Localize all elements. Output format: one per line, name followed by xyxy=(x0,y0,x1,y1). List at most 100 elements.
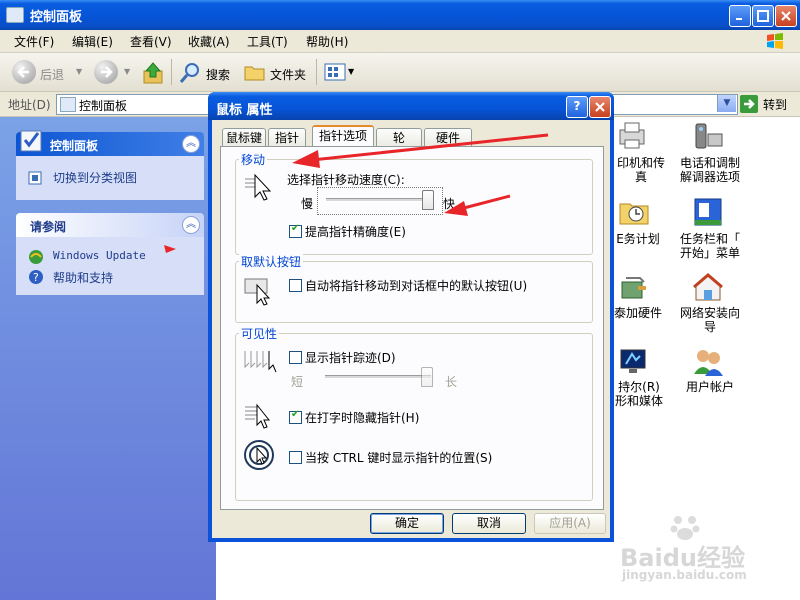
views-dropdown-icon[interactable]: ▼ xyxy=(348,67,354,76)
taskbar-start-label: 任务栏和「 开始」菜单 xyxy=(679,232,740,260)
category-view-icon xyxy=(28,171,42,185)
see-also-section-header[interactable]: 请参阅 ︽ xyxy=(16,213,204,237)
speed-slider-track xyxy=(326,198,432,202)
back-label: 后退 xyxy=(40,68,65,82)
menu-file[interactable]: 文件(F) xyxy=(14,33,54,50)
annotation-arrow-small xyxy=(164,245,176,253)
pointer-trails-icon xyxy=(244,351,277,373)
maximize-button[interactable] xyxy=(752,5,774,27)
hide-while-typing-label[interactable]: 在打字时隐藏指针(H) xyxy=(305,409,419,426)
address-label: 地址(D) xyxy=(8,98,51,112)
sound-media-item[interactable]: 持尔(R) 形和媒体 xyxy=(612,346,666,408)
printer-fax-icon xyxy=(619,122,645,149)
snap-to-label[interactable]: 自动将指针移动到对话框中的默认按钮(U) xyxy=(305,277,527,294)
go-button[interactable] xyxy=(740,95,758,113)
dialog-title: 鼠标 属性 xyxy=(216,103,273,118)
show-location-icon xyxy=(244,440,274,470)
visibility-group-title: 可见性 xyxy=(239,325,280,342)
trails-slider-thumb[interactable] xyxy=(420,367,433,387)
show-location-checkbox[interactable] xyxy=(289,451,302,464)
menu-view[interactable]: 查看(V) xyxy=(130,33,172,50)
pointer-speed-icon xyxy=(245,173,272,201)
pointer-trails-label[interactable]: 显示指针踪迹(D) xyxy=(305,349,396,366)
svg-text:?: ? xyxy=(33,271,39,284)
back-button[interactable] xyxy=(12,60,36,84)
dialog-client-area: 鼠标键 指针 指针选项 轮 硬件 移动 选择指针移动速度(C): 慢 快 提高指… xyxy=(212,120,610,538)
windows-update-icon xyxy=(29,250,43,264)
control-panel-section-title: 控制面板 xyxy=(50,139,99,153)
search-button[interactable]: 搜索 xyxy=(206,66,230,83)
tab-pointers[interactable]: 指针 xyxy=(268,128,306,147)
back-dropdown-icon[interactable]: ▼ xyxy=(76,67,82,76)
menu-tools[interactable]: 工具(T) xyxy=(247,33,288,50)
ok-button[interactable]: 确定 xyxy=(370,513,444,534)
motion-group-title: 移动 xyxy=(239,151,268,168)
see-also-title: 请参阅 xyxy=(30,220,67,234)
user-accounts-label: 用户帐户 xyxy=(685,380,734,394)
go-label[interactable]: 转到 xyxy=(763,96,787,113)
network-setup-label: 网络安装向 导 xyxy=(679,306,740,334)
address-dropdown-button[interactable]: ▼ xyxy=(717,95,736,112)
menu-help[interactable]: 帮助(H) xyxy=(306,33,348,50)
folders-button[interactable]: 文件夹 xyxy=(270,66,306,83)
up-folder-button[interactable] xyxy=(142,61,166,85)
precision-label[interactable]: 提高指针精确度(E) xyxy=(305,223,406,240)
close-icon xyxy=(781,11,791,21)
snap-to-group-title: 取默认按钮 xyxy=(239,253,304,270)
phone-modem-item[interactable]: 电话和调制 解调器选项 xyxy=(672,120,748,184)
dialog-close-button[interactable] xyxy=(589,96,611,118)
printers-faxes-item[interactable]: 印机和传 真 xyxy=(616,120,666,184)
add-hardware-item[interactable]: 泰加硬件 xyxy=(612,272,664,324)
network-setup-icon xyxy=(693,273,723,301)
mouse-properties-dialog: 鼠标 属性 ? 鼠标键 指针 指针选项 轮 硬件 移动 选择指针移动速度(C):… xyxy=(208,92,614,542)
cancel-button[interactable]: 取消 xyxy=(452,513,526,534)
network-setup-item[interactable]: 网络安装向 导 xyxy=(672,272,748,334)
forward-dropdown-icon[interactable]: ▼ xyxy=(124,67,130,76)
toolbar: 后退 ▼ ▼ 搜索 文件夹 ▼ xyxy=(0,53,800,92)
printers-faxes-label: 印机和传 真 xyxy=(616,156,665,184)
minimize-button[interactable] xyxy=(729,5,751,27)
folders-icon[interactable] xyxy=(244,62,266,82)
collapse-chevron-icon[interactable]: ︽ xyxy=(182,135,200,153)
control-panel-section-header[interactable]: 控制面板 ︽ xyxy=(16,130,204,156)
hide-while-typing-checkbox[interactable] xyxy=(289,409,302,424)
fast-label: 快 xyxy=(443,197,456,211)
taskbar-start-menu-item[interactable]: 任务栏和「 开始」菜单 xyxy=(672,196,748,260)
precision-checkbox[interactable] xyxy=(289,223,302,238)
tab-hardware[interactable]: 硬件 xyxy=(424,128,472,147)
menu-favorites[interactable]: 收藏(A) xyxy=(188,33,230,50)
windows-update-link[interactable]: Windows Update xyxy=(53,249,146,262)
window-title-bar[interactable]: 控制面板 xyxy=(0,0,800,30)
close-button[interactable] xyxy=(775,5,797,27)
menu-edit[interactable]: 编辑(E) xyxy=(72,33,113,50)
dialog-help-button[interactable]: ? xyxy=(566,96,588,118)
slow-label: 慢 xyxy=(301,197,314,211)
baidu-watermark-url: jingyan.baidu.com xyxy=(622,568,747,582)
speed-slider[interactable] xyxy=(317,187,443,215)
show-location-label[interactable]: 当按 CTRL 键时显示指针的位置(S) xyxy=(305,449,492,466)
forward-button[interactable] xyxy=(94,60,118,84)
search-icon[interactable] xyxy=(178,61,202,85)
tab-buttons[interactable]: 鼠标键 xyxy=(222,128,266,147)
hide-while-typing-icon xyxy=(245,403,271,429)
scheduled-tasks-item[interactable]: E务计划 xyxy=(612,196,664,248)
speed-slider-thumb[interactable] xyxy=(421,190,434,210)
user-accounts-item[interactable]: 用户帐户 xyxy=(672,346,748,396)
toolbar-separator xyxy=(171,59,172,85)
control-panel-small-icon xyxy=(60,97,76,112)
trails-slider[interactable] xyxy=(317,367,441,391)
help-and-support-link[interactable]: 帮助和支持 xyxy=(53,269,113,286)
views-icon[interactable] xyxy=(324,62,346,82)
apply-button[interactable]: 应用(A) xyxy=(534,513,606,534)
tab-wheel[interactable]: 轮 xyxy=(376,128,422,147)
menu-bar: 文件(F) 编辑(E) 查看(V) 收藏(A) 工具(T) 帮助(H) xyxy=(0,30,800,53)
phone-modem-label: 电话和调制 解调器选项 xyxy=(679,156,740,184)
switch-category-view-link[interactable]: 切换到分类视图 xyxy=(53,169,137,186)
question-mark-icon: ? xyxy=(573,99,581,113)
scheduled-tasks-icon xyxy=(619,203,649,225)
dialog-title-bar[interactable]: 鼠标 属性 ? xyxy=(208,92,614,120)
snap-to-checkbox[interactable] xyxy=(289,279,302,292)
pointer-trails-checkbox[interactable] xyxy=(289,351,302,364)
collapse-chevron-icon[interactable]: ︽ xyxy=(182,216,200,234)
sound-media-icon xyxy=(620,349,646,373)
